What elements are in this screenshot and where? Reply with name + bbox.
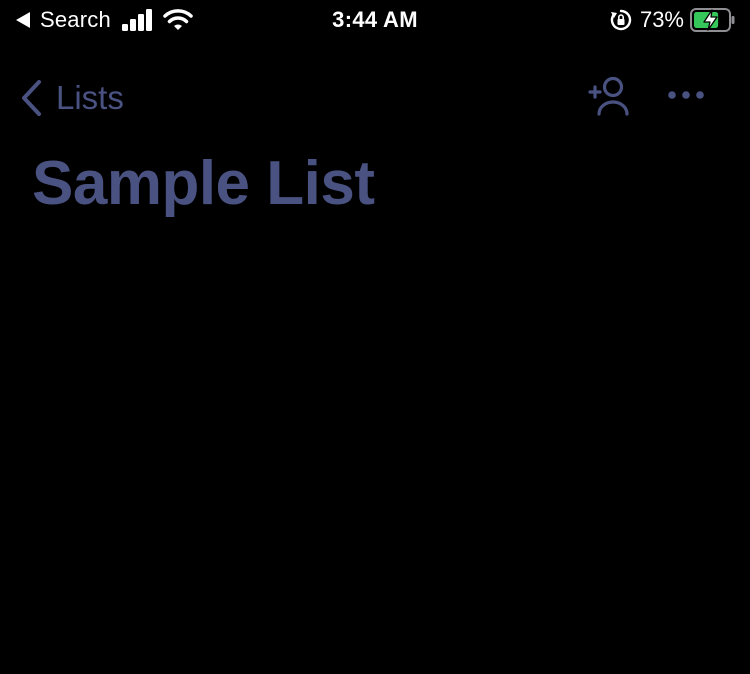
more-options-button[interactable] xyxy=(664,78,708,112)
navigation-bar: Lists xyxy=(0,70,750,126)
rotation-lock-icon xyxy=(610,9,632,31)
back-button-label: Lists xyxy=(56,79,124,116)
add-person-button[interactable] xyxy=(586,74,634,118)
list-content-area xyxy=(0,240,750,674)
back-to-lists-button[interactable]: Lists xyxy=(18,76,124,120)
chevron-left-icon xyxy=(22,80,41,116)
more-ellipsis-icon xyxy=(668,91,704,99)
status-bar: Search 3:44 AM 73% xyxy=(0,0,750,44)
page-title: Sample List xyxy=(32,149,375,218)
add-person-icon xyxy=(588,76,629,116)
battery-percent: 73% xyxy=(639,7,684,32)
status-right-group: 73% xyxy=(610,6,736,34)
battery-charging-icon xyxy=(690,8,735,32)
